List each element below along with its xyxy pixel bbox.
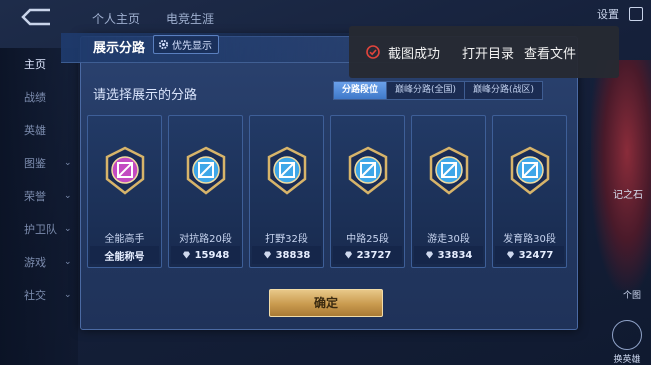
lane-value: 32477: [495, 246, 564, 264]
lane-card[interactable]: 游走30段 33834: [411, 115, 486, 268]
hero-portrait: [591, 60, 651, 290]
lane-value-text: 15948: [194, 249, 230, 261]
sidebar-item[interactable]: 图鉴 ⌄: [0, 147, 78, 180]
priority-display-label: 优先显示: [172, 41, 212, 52]
diamond-icon: [506, 251, 514, 259]
sidebar-item[interactable]: 英雄: [0, 114, 78, 147]
chevron-down-icon: ⌄: [64, 191, 72, 201]
chevron-down-icon: ⌄: [64, 158, 72, 168]
lane-card[interactable]: 中路25段 23727: [330, 115, 405, 268]
lane-name: 对抗路20段: [179, 234, 232, 245]
lane-emblem-icon: [510, 146, 550, 195]
check-circle-icon: [366, 45, 380, 59]
lane-value: 全能称号: [90, 246, 159, 264]
sidebar-item[interactable]: 荣誉 ⌄: [0, 180, 78, 213]
sidebar-item-label: 游戏: [24, 256, 46, 269]
background-tabs: 个人主页 电竞生涯: [92, 10, 214, 27]
lane-type-tab[interactable]: 巅峰分路(全国): [386, 82, 465, 99]
lane-value: 38838: [252, 246, 321, 264]
diamond-icon: [344, 251, 352, 259]
sidebar-item-label: 战绩: [24, 91, 46, 104]
chevron-down-icon: ⌄: [64, 290, 72, 300]
lane-name: 游走30段: [427, 234, 470, 245]
sidebar-item-label: 护卫队: [24, 223, 57, 236]
lane-value-text: 23727: [356, 249, 392, 261]
lane-emblem-icon: [348, 146, 388, 195]
lane-emblem-icon: [429, 146, 469, 195]
chevron-down-icon: ⌄: [64, 224, 72, 234]
lane-name: 打野32段: [265, 234, 308, 245]
diamond-icon: [425, 251, 433, 259]
sidebar-item-label: 社交: [24, 289, 46, 302]
lane-type-tab[interactable]: 巅峰分路(战区): [464, 82, 543, 99]
lane-display-dialog: 展示分路 优先显示 请选择展示的分路 分路段位 巅峰分路(全国) 巅峰分路(战区) …: [61, 33, 578, 330]
lane-card-list: 全能高手 全能称号 对抗路20段 15948 打野32段 38838 中路25段 23727 游…: [87, 115, 567, 268]
lane-type-tabs: 分路段位 巅峰分路(全国) 巅峰分路(战区): [333, 81, 544, 100]
lane-card[interactable]: 对抗路20段 15948: [168, 115, 243, 268]
lane-value: 23727: [333, 246, 402, 264]
view-file-link[interactable]: 查看文件: [524, 43, 576, 62]
lane-value: 33834: [414, 246, 483, 264]
dialog-subtitle: 请选择展示的分路: [93, 88, 198, 103]
back-icon[interactable]: [20, 8, 52, 26]
lane-name: 发育路30段: [503, 234, 556, 245]
sidebar-item[interactable]: 护卫队 ⌄: [0, 213, 78, 246]
change-hero-icon: [612, 320, 642, 350]
screenshot-toast: 截图成功 打开目录 查看文件: [349, 26, 619, 78]
toast-message: 截图成功: [388, 46, 441, 62]
lane-card[interactable]: 发育路30段 32477: [492, 115, 567, 268]
lane-card[interactable]: 打野32段 38838: [249, 115, 324, 268]
open-folder-link[interactable]: 打开目录: [462, 43, 514, 62]
top-right-controls: 设置: [597, 6, 643, 22]
sidebar-item[interactable]: 战绩: [0, 81, 78, 114]
sidebar-item-label: 主页: [24, 58, 46, 71]
lane-name: 全能高手: [104, 234, 145, 245]
window-icon[interactable]: [629, 7, 643, 21]
lane-emblem-icon: [186, 146, 226, 195]
lane-emblem-icon: [105, 146, 145, 195]
diamond-icon: [263, 251, 271, 259]
diamond-icon: [182, 251, 190, 259]
dialog-title: 展示分路: [93, 41, 146, 56]
lane-value-text: 38838: [275, 249, 311, 261]
sidebar-item-label: 英雄: [24, 124, 46, 137]
side-button-label[interactable]: 个图: [623, 288, 641, 301]
sidebar: 主页战绩英雄图鉴 ⌄ 荣誉 ⌄ 护卫队 ⌄ 游戏 ⌄ 社交 ⌄: [0, 48, 78, 365]
lane-value-text: 32477: [518, 249, 554, 261]
tab-esports[interactable]: 电竞生涯: [166, 10, 214, 27]
lane-card[interactable]: 全能高手 全能称号: [87, 115, 162, 268]
sidebar-item[interactable]: 社交 ⌄: [0, 279, 78, 312]
change-hero-label: 换英雄: [613, 355, 641, 365]
sidebar-item-label: 荣誉: [24, 190, 46, 203]
gear-icon: [158, 39, 169, 50]
lane-value: 15948: [171, 246, 240, 264]
priority-display-button[interactable]: 优先显示: [153, 35, 219, 54]
lane-emblem-icon: [267, 146, 307, 195]
change-hero-button[interactable]: 换英雄: [607, 320, 647, 365]
confirm-button[interactable]: 确定: [269, 289, 383, 317]
lane-value-text: 33834: [437, 249, 473, 261]
settings-button[interactable]: 设置: [597, 6, 619, 22]
hero-caption: 记之石: [613, 190, 643, 201]
lane-name: 中路25段: [346, 234, 389, 245]
sidebar-item-label: 图鉴: [24, 157, 46, 170]
lane-type-tab[interactable]: 分路段位: [334, 82, 387, 99]
chevron-down-icon: ⌄: [64, 257, 72, 267]
sidebar-item[interactable]: 游戏 ⌄: [0, 246, 78, 279]
lane-value-text: 全能称号: [104, 251, 145, 263]
tab-profile[interactable]: 个人主页: [92, 10, 140, 27]
